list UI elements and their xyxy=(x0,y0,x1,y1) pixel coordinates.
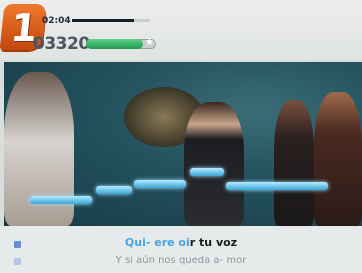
music-video xyxy=(4,62,362,226)
lead-singer xyxy=(184,102,244,226)
pitch-note-bar xyxy=(96,186,132,194)
current-lyric-line: Qui- ere oir tu voz xyxy=(0,236,362,249)
pitch-note-bar xyxy=(30,196,92,204)
song-timer: 02:04 xyxy=(42,16,71,26)
hud-bar: 1 02:04 03320 ★ xyxy=(0,0,362,60)
lyrics-panel: Qui- ere oir tu voz Y si aún nos queda a… xyxy=(0,226,362,273)
pitch-note-bar xyxy=(226,182,328,190)
pitch-note-bar xyxy=(190,168,224,176)
song-progress-fill xyxy=(72,19,135,22)
performance-meter-fill xyxy=(86,39,144,49)
next-lyric-line: Y si aún nos queda a- mor xyxy=(115,255,247,266)
lyric-unsung-part: r tu voz xyxy=(189,236,238,249)
lyric-sung-part: Qui- ere oi xyxy=(124,236,190,249)
score-display: 03320 xyxy=(33,34,90,54)
song-progress-track xyxy=(72,19,150,22)
star-icon: ★ xyxy=(145,37,154,48)
pitch-note-bar xyxy=(134,180,186,188)
band-member-right xyxy=(274,100,314,226)
band-member-far-right xyxy=(314,92,362,226)
